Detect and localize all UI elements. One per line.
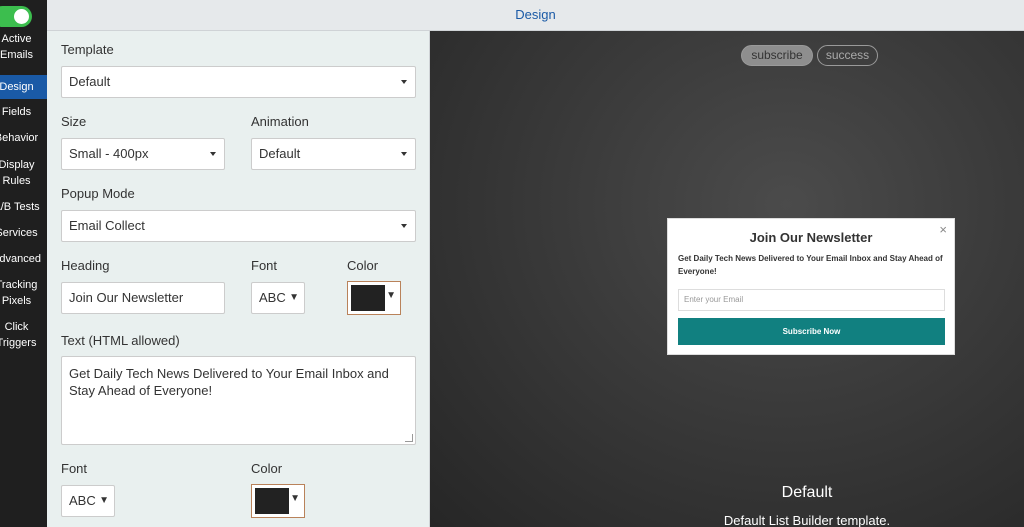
dropdown-arrow-icon: ▼ [386, 290, 396, 301]
popup-heading: Join Our Newsletter [749, 230, 873, 245]
template-name: Default [781, 484, 833, 501]
resize-handle-icon[interactable] [405, 434, 413, 442]
heading-color-picker[interactable]: ▼ [347, 281, 401, 315]
color-swatch [351, 285, 385, 311]
sidebar: Active Emails Design Fields Behavior Dis… [0, 0, 47, 527]
heading-label: Heading [61, 258, 110, 273]
sidebar-item-display-rules[interactable]: Display Rules [0, 157, 47, 189]
heading-font-label: Font [251, 258, 278, 273]
color-swatch [255, 488, 289, 514]
sidebar-item-services[interactable]: Services [0, 225, 47, 241]
text-font-select[interactable]: ABC ▼ [61, 485, 115, 517]
template-select[interactable]: Default [61, 66, 416, 98]
popup-email-input[interactable]: Enter your Email [678, 289, 945, 311]
size-label: Size [61, 114, 87, 129]
heading-font-select[interactable]: ABC ▼ [251, 282, 305, 314]
tab-success[interactable]: success [817, 45, 878, 66]
sidebar-item-tracking-pixels[interactable]: Tracking Pixels [0, 277, 47, 309]
dropdown-arrow-icon: ▼ [290, 493, 300, 504]
popup-mode-select[interactable]: Email Collect [61, 210, 416, 242]
size-value: Small - 400px [69, 146, 149, 161]
sidebar-item-design[interactable]: Design [0, 75, 47, 99]
text-font-label: Font [61, 461, 88, 476]
chevron-down-icon [401, 224, 407, 228]
chevron-down-icon [401, 152, 407, 156]
chevron-down-icon [401, 80, 407, 84]
popup-mode-value: Email Collect [69, 218, 145, 233]
text-value: Get Daily Tech News Delivered to Your Em… [69, 366, 389, 398]
heading-input[interactable]: Join Our Newsletter [61, 282, 225, 314]
text-font-value: ABC [69, 493, 96, 508]
template-description: Default List Builder template. [723, 513, 891, 527]
text-color-picker[interactable]: ▼ [251, 484, 305, 518]
design-settings-panel: Template Default Size Small - 400px Anim… [47, 31, 430, 527]
popup-text: Get Daily Tech News Delivered to Your Em… [678, 254, 943, 276]
tab-subscribe[interactable]: subscribe [741, 45, 813, 66]
toggle-knob [14, 9, 29, 24]
text-textarea[interactable]: Get Daily Tech News Delivered to Your Em… [61, 356, 416, 445]
newsletter-popup: × Join Our Newsletter Get Daily Tech New… [667, 218, 955, 355]
top-bar: Design [47, 0, 1024, 31]
sidebar-item-ab-tests[interactable]: A/B Tests [0, 199, 47, 215]
sidebar-item-advanced[interactable]: Advanced [0, 251, 47, 267]
text-label: Text (HTML allowed) [61, 333, 180, 348]
active-toggle[interactable] [0, 6, 32, 27]
sidebar-item-active-emails[interactable]: Active Emails [0, 31, 47, 63]
sidebar-item-behavior[interactable]: Behavior [0, 130, 47, 146]
animation-select[interactable]: Default [251, 138, 416, 170]
size-select[interactable]: Small - 400px [61, 138, 225, 170]
page-title: Design [515, 7, 556, 22]
heading-font-value: ABC [259, 290, 286, 305]
text-color-label: Color [251, 461, 283, 476]
template-label: Template [61, 42, 114, 57]
sidebar-item-click-triggers[interactable]: Click Triggers [0, 319, 47, 351]
template-value: Default [69, 74, 111, 89]
sidebar-item-fields[interactable]: Fields [0, 104, 47, 120]
dropdown-arrow-icon: ▼ [99, 495, 109, 506]
heading-color-label: Color [347, 258, 379, 273]
chevron-down-icon [210, 152, 216, 156]
animation-value: Default [259, 146, 301, 161]
animation-label: Animation [251, 114, 309, 129]
popup-mode-label: Popup Mode [61, 186, 135, 201]
preview-area: subscribe success × Join Our Newsletter … [430, 31, 1024, 527]
dropdown-arrow-icon: ▼ [289, 292, 299, 303]
subscribe-button[interactable]: Subscribe Now [678, 318, 945, 345]
